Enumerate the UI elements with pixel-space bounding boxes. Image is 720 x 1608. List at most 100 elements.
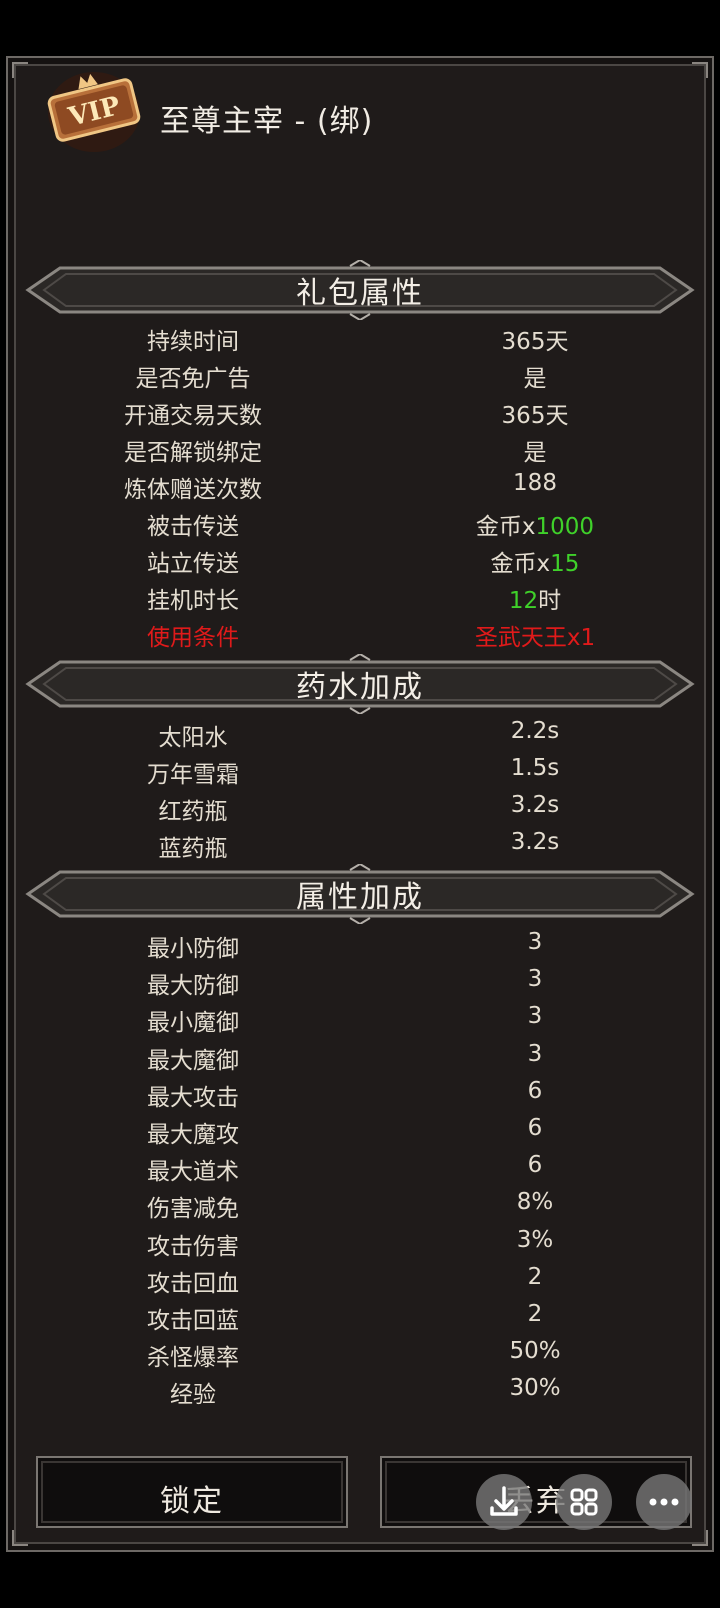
value-number: 12: [508, 588, 539, 614]
value-number: 15: [550, 551, 580, 577]
attribute-value: 圣武天王x1: [474, 625, 596, 651]
attribute-row: 挂机时长 12时: [0, 581, 720, 617]
lock-button-label: 锁定: [160, 1484, 224, 1519]
value-prefix: 金币x: [490, 551, 551, 577]
attribute-row: 是否解锁绑定 是: [0, 433, 720, 469]
attribute-label: 是否免广告: [135, 366, 251, 392]
attribute-row: 攻击伤害 3%: [0, 1227, 720, 1263]
grid-button[interactable]: [556, 1474, 612, 1530]
attribute-value: 3: [527, 1003, 543, 1030]
attribute-label: 最小魔御: [147, 1010, 239, 1037]
attribute-label: 最大魔攻: [147, 1122, 239, 1148]
frame-corner: [692, 62, 708, 78]
attribute-value: 2: [527, 1301, 543, 1327]
download-button[interactable]: [476, 1474, 532, 1530]
attribute-label: 炼体赠送次数: [124, 477, 262, 503]
attribute-row: 最大攻击 6: [0, 1078, 720, 1114]
attribute-value: 365天: [501, 403, 569, 429]
more-icon: [649, 1498, 679, 1506]
attribute-row: 攻击回血 2: [0, 1264, 720, 1300]
attribute-value: 188: [513, 470, 557, 496]
attribute-row: 站立传送 金币x15: [0, 544, 720, 580]
frame-corner: [12, 1530, 28, 1546]
attribute-label: 攻击回蓝: [147, 1308, 239, 1334]
attribute-row: 最小防御 3: [0, 929, 720, 965]
attribute-label: 站立传送: [147, 551, 239, 577]
attribute-row: 炼体赠送次数 188: [0, 470, 720, 506]
attribute-label: 攻击伤害: [147, 1233, 239, 1260]
frame-corner: [692, 1530, 708, 1546]
attribute-row: 攻击回蓝 2: [0, 1301, 720, 1337]
frame-corner: [12, 62, 28, 78]
attribute-value: 金币x15: [395, 544, 675, 578]
attribute-row: 开通交易天数 365天: [0, 396, 720, 432]
attribute-row: 万年雪霜 1.5s: [0, 755, 720, 791]
attribute-value: 365天: [501, 329, 569, 355]
section-header-gift: 礼包属性: [24, 260, 696, 320]
attribute-label: 最大防御: [147, 973, 239, 1000]
attribute-value: 6: [527, 1077, 543, 1104]
attribute-value: 是: [523, 440, 547, 466]
attribute-row: 杀怪爆率 50%: [0, 1338, 720, 1374]
attribute-row: 被击传送 金币x1000: [0, 507, 720, 543]
attribute-value: 2.2s: [510, 718, 560, 744]
attribute-row: 蓝药瓶 3.2s: [0, 829, 720, 865]
attribute-label: 被击传送: [147, 514, 239, 540]
download-icon: [490, 1486, 518, 1516]
grid-icon: [570, 1488, 598, 1516]
section-header-attributes: 属性加成: [24, 864, 696, 924]
attribute-row: 最大魔御 3: [0, 1041, 720, 1077]
attribute-label: 是否解锁绑定: [124, 440, 262, 466]
lock-button[interactable]: 锁定: [36, 1456, 348, 1528]
attribute-row: 太阳水 2.2s: [0, 718, 720, 754]
attribute-value: 6: [527, 1115, 543, 1141]
attribute-value: 12时: [395, 581, 675, 615]
attribute-row: 经验 30%: [0, 1375, 720, 1411]
more-button[interactable]: [636, 1474, 692, 1530]
attribute-label: 万年雪霜: [147, 762, 239, 788]
section-title: 药水加成: [296, 670, 424, 705]
attribute-row: 最小魔御 3: [0, 1003, 720, 1039]
attribute-value: 3: [527, 929, 543, 955]
attribute-value: 金币x1000: [395, 507, 675, 541]
attribute-label: 持续时间: [147, 329, 239, 355]
attribute-value: 3%: [516, 1226, 554, 1253]
attribute-label: 蓝药瓶: [158, 836, 228, 862]
attribute-label: 最大道术: [147, 1159, 239, 1186]
section-title: 礼包属性: [296, 276, 424, 311]
attribute-value: 3: [527, 966, 543, 993]
attribute-label: 最大魔御: [147, 1047, 239, 1074]
attribute-label: 经验: [170, 1382, 216, 1409]
attribute-value: 3.2s: [510, 792, 560, 818]
attribute-label: 最大攻击: [147, 1084, 239, 1111]
attribute-row: 最大防御 3: [0, 966, 720, 1002]
attribute-label: 开通交易天数: [124, 403, 262, 429]
attribute-label: 攻击回血: [147, 1270, 239, 1297]
attribute-row: 最大道术 6: [0, 1152, 720, 1188]
attribute-row: 红药瓶 3.2s: [0, 792, 720, 828]
attribute-label: 最小防御: [147, 936, 239, 962]
value-suffix: 时: [538, 588, 562, 614]
attribute-row: 伤害减免 8%: [0, 1189, 720, 1225]
item-title: 至尊主宰 - (绑): [160, 104, 374, 139]
section-header-potion: 药水加成: [24, 654, 696, 714]
attribute-row: 持续时间 365天: [0, 322, 720, 358]
value-prefix: 金币x: [475, 514, 536, 540]
attribute-value: 3.2s: [510, 829, 560, 855]
attribute-value: 6: [527, 1152, 543, 1179]
attribute-value: 50%: [509, 1338, 561, 1365]
attribute-value: 30%: [509, 1375, 561, 1402]
attribute-label: 太阳水: [158, 725, 228, 751]
attribute-value: 2: [527, 1263, 543, 1290]
vip-badge-icon: VIP: [44, 60, 144, 156]
attribute-value: 是: [523, 366, 547, 392]
attribute-label: 挂机时长: [147, 588, 239, 614]
attribute-value: 8%: [516, 1189, 554, 1216]
attribute-label: 杀怪爆率: [147, 1345, 239, 1372]
attribute-row: 最大魔攻 6: [0, 1115, 720, 1151]
attribute-value: 3: [527, 1040, 543, 1067]
attribute-label: 使用条件: [147, 625, 239, 651]
attribute-value: 1.5s: [510, 755, 560, 781]
attribute-label: 红药瓶: [158, 799, 228, 825]
value-number: 1000: [535, 514, 595, 540]
